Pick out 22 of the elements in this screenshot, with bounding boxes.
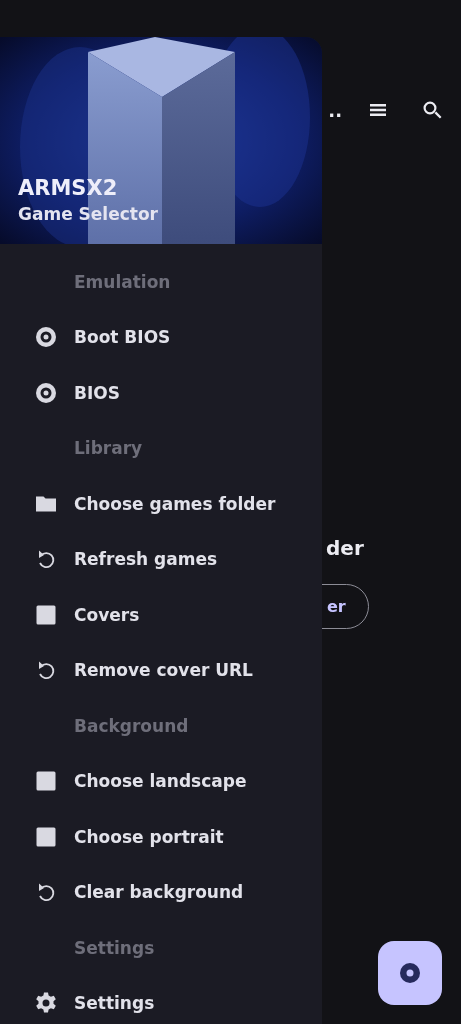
fab-button[interactable] [378,941,442,1005]
drawer-item[interactable]: Clear background [0,864,322,920]
drawer-item[interactable]: Choose landscape [0,753,322,809]
app-title: .. [328,99,342,121]
drawer-item[interactable]: Choose games folder [0,476,322,532]
square-icon [34,769,58,794]
disc-icon [34,325,58,350]
drawer-item[interactable]: Settings [0,975,322,1024]
drawer-item[interactable]: Refresh games [0,531,322,587]
section-header: Emulation [74,271,171,292]
drawer-item[interactable]: Remove cover URL [0,642,322,698]
settings-icon [34,991,58,1016]
section-header: Background [74,715,189,736]
drawer-item[interactable]: Boot BIOS [0,309,322,365]
app-name: ARMSX2 [18,176,119,200]
section-header: Library [74,438,143,459]
heading-text: der [326,536,364,560]
disc-icon [398,961,422,985]
drawer-item[interactable]: Choose portrait [0,809,322,865]
section-header: Settings [74,937,155,958]
drawer-item[interactable]: BIOS [0,365,322,421]
disc-icon [34,380,58,405]
